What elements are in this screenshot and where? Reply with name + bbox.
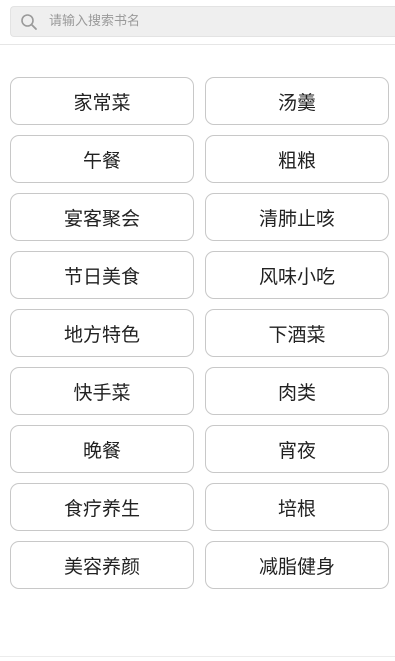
search-bar[interactable] <box>10 6 395 37</box>
search-input[interactable] <box>49 7 379 36</box>
search-icon <box>21 14 37 30</box>
category-button[interactable]: 下酒菜 <box>205 309 389 357</box>
category-button[interactable]: 粗粮 <box>205 135 389 183</box>
bottom-divider <box>0 656 395 657</box>
category-button[interactable]: 宴客聚会 <box>10 193 194 241</box>
category-button[interactable]: 培根 <box>205 483 389 531</box>
category-grid: 家常菜 汤羹 午餐 粗粮 宴客聚会 清肺止咳 节日美食 风味小吃 地方特色 下酒… <box>10 77 389 589</box>
category-button[interactable]: 食疗养生 <box>10 483 194 531</box>
category-button[interactable]: 午餐 <box>10 135 194 183</box>
category-button[interactable]: 晚餐 <box>10 425 194 473</box>
category-button[interactable]: 汤羹 <box>205 77 389 125</box>
category-button[interactable]: 地方特色 <box>10 309 194 357</box>
category-button[interactable]: 宵夜 <box>205 425 389 473</box>
category-button[interactable]: 家常菜 <box>10 77 194 125</box>
category-button[interactable]: 减脂健身 <box>205 541 389 589</box>
category-button[interactable]: 风味小吃 <box>205 251 389 299</box>
category-button[interactable]: 美容养颜 <box>10 541 194 589</box>
category-button[interactable]: 节日美食 <box>10 251 194 299</box>
category-button[interactable]: 快手菜 <box>10 367 194 415</box>
category-button[interactable]: 清肺止咳 <box>205 193 389 241</box>
header-divider <box>0 44 395 45</box>
category-button[interactable]: 肉类 <box>205 367 389 415</box>
